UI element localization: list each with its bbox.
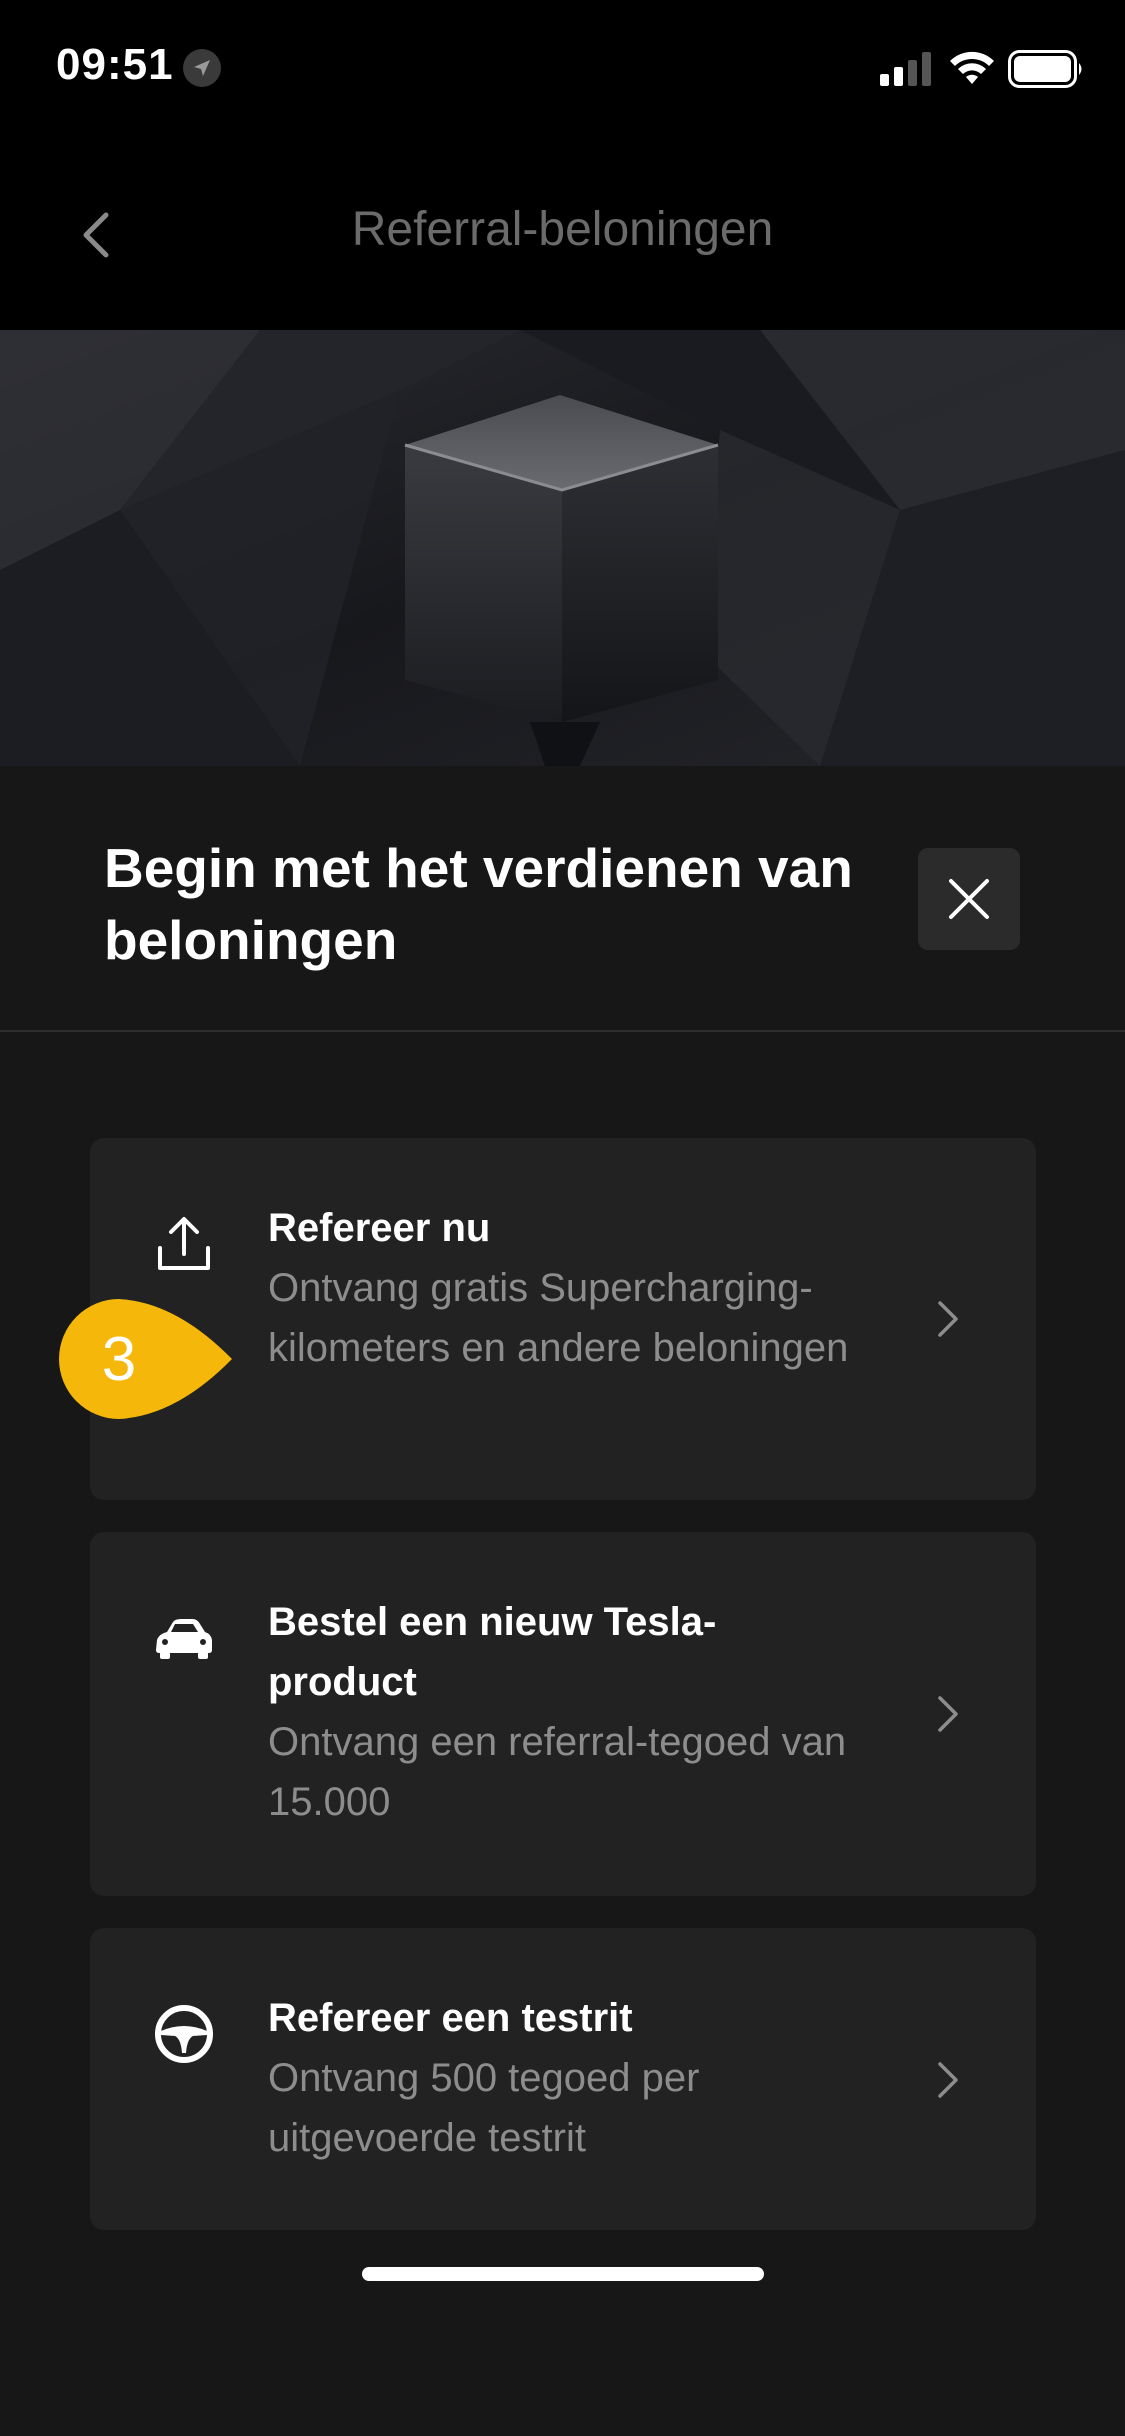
home-indicator[interactable] — [362, 2267, 764, 2281]
close-icon — [949, 879, 989, 919]
card-refer-testdrive[interactable]: Refereer een testrit Ontvang 500 tegoed … — [90, 1928, 1036, 2230]
close-button[interactable] — [918, 848, 1020, 950]
share-upload-icon — [152, 1212, 216, 1276]
battery-icon — [1008, 50, 1082, 88]
card-description: Ontvang 500 tegoed per uitgevoerde testr… — [268, 2056, 700, 2160]
wifi-icon — [950, 51, 994, 84]
page-title: Referral-beloningen — [351, 203, 774, 256]
step-marker-number: 3 — [101, 1324, 137, 1394]
card-order-product[interactable]: Bestel een nieuw Tesla-product Ontvang e… — [90, 1532, 1036, 1896]
nav-header: Referral-beloningen — [0, 140, 1125, 330]
card-description: Ontvang een referral-tegoed van 15.000 — [268, 1720, 847, 1824]
cellular-signal-icon — [880, 52, 931, 86]
status-bar: 09:51 — [0, 0, 1125, 140]
cube-hero-image — [0, 330, 1125, 766]
divider — [0, 1030, 1125, 1032]
chevron-right-icon — [928, 1690, 968, 1738]
card-title: Bestel een nieuw Tesla-product — [268, 1600, 717, 1704]
status-time: 09:51 — [56, 40, 174, 89]
chevron-right-icon — [928, 1295, 968, 1343]
card-description: Ontvang gratis Supercharging-kilometers … — [268, 1266, 849, 1370]
car-icon — [152, 1606, 216, 1670]
location-arrow-icon — [183, 49, 221, 87]
rewards-sheet: Begin met het verdienen van beloningen R… — [0, 766, 1125, 2436]
card-title: Refereer nu — [268, 1206, 491, 1250]
steering-wheel-icon — [152, 2002, 216, 2066]
card-title: Refereer een testrit — [268, 1996, 633, 2040]
hero-image — [0, 330, 1125, 766]
sheet-title: Begin met het verdienen van beloningen — [104, 837, 853, 971]
chevron-right-icon — [928, 2056, 968, 2104]
